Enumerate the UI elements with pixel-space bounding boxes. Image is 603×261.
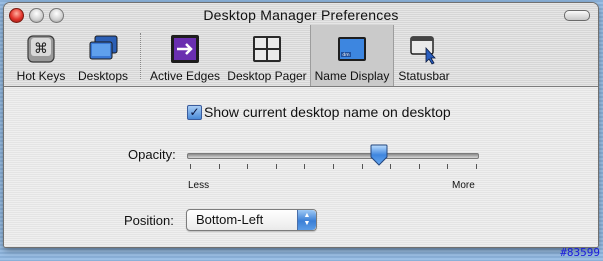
tab-active-edges[interactable]: Active Edges [146,25,224,86]
name-display-icon: dm [338,37,366,61]
opacity-tick [419,164,420,169]
watermark-text: #83599 [560,246,600,259]
svg-text:⌘: ⌘ [34,41,48,57]
tab-label: Name Display [314,69,390,83]
tab-statusbar[interactable]: Statusbar [394,25,454,86]
opacity-max-label: More [452,180,475,191]
opacity-tick [219,164,220,169]
title-toolbar: Desktop Manager Preferences ⌘ Hot Keys D… [4,3,598,87]
opacity-tick [447,164,448,169]
opacity-tick [362,164,363,169]
opacity-tick [390,164,391,169]
command-key-icon: ⌘ [27,35,55,63]
opacity-tick [333,164,334,169]
opacity-min-label: Less [188,180,210,191]
tab-name-display[interactable]: dm Name Display [310,25,394,86]
svg-text:dm: dm [342,52,349,58]
opacity-tick [304,164,305,169]
desktop-pager-icon [253,36,281,62]
name-display-pane: ✓ Show current desktop name on desktop O… [4,87,598,247]
popup-arrows-icon: ▲ ▼ [297,210,316,230]
show-name-label[interactable]: Show current desktop name on desktop [204,104,451,120]
tab-label: Hot Keys [16,69,66,83]
tab-hot-keys[interactable]: ⌘ Hot Keys [10,25,72,86]
opacity-slider-track[interactable] [187,153,479,159]
preferences-window: Desktop Manager Preferences ⌘ Hot Keys D… [4,3,598,247]
tab-label: Desktops [77,69,129,83]
opacity-tick [247,164,248,169]
position-label: Position: [124,213,174,228]
tab-label: Desktop Pager [227,69,307,83]
opacity-tick [276,164,277,169]
opacity-slider-thumb[interactable] [370,144,388,166]
window-title: Desktop Manager Preferences [203,7,399,23]
show-name-checkbox[interactable]: ✓ [187,105,202,120]
desktops-icon [89,35,118,60]
opacity-label: Opacity: [128,147,176,162]
tab-label: Active Edges [149,69,221,83]
position-selected-value: Bottom-Left [196,212,264,227]
tab-desktops[interactable]: Desktops [72,25,134,86]
position-popup-button[interactable]: Bottom-Left ▲ ▼ [186,209,317,231]
toolbar-separator [140,33,141,79]
toolbar-toggle-button[interactable] [564,10,590,21]
opacity-tick [476,164,477,169]
tab-desktop-pager[interactable]: Desktop Pager [224,25,310,86]
statusbar-icon [410,36,436,65]
active-edges-icon [171,35,199,63]
tab-label: Statusbar [398,69,450,83]
opacity-tick [190,164,191,169]
